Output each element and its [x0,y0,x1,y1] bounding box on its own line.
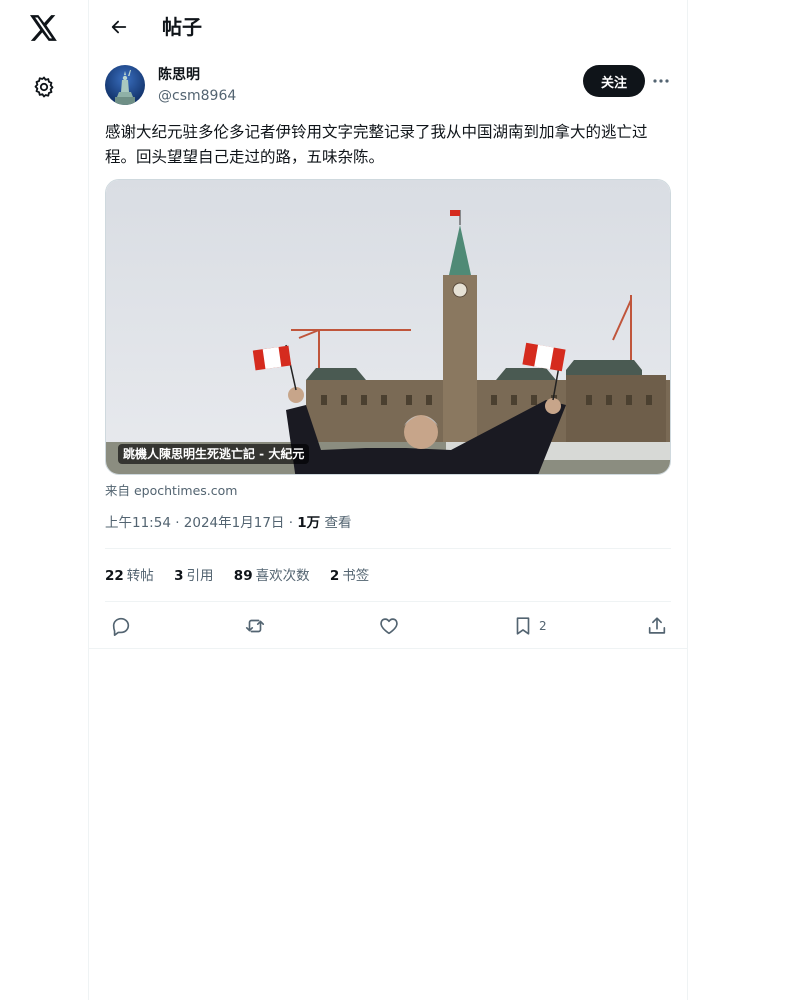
arrow-left-icon[interactable] [101,9,137,45]
share-icon[interactable] [646,614,668,638]
stat-reposts[interactable]: 22 转帖 [105,566,154,586]
divider [89,648,687,649]
tweet-meta: 上午11:54 · 2024年1月17日 · 1万 查看 [105,513,351,533]
follow-button[interactable]: 关注 [583,65,645,97]
author-name[interactable]: 陈思明 [158,66,200,84]
link-card-image[interactable]: 跳機人陳思明生死逃亡記 - 大紀元 [105,179,671,475]
card-source-link[interactable]: 来自 epochtimes.com [105,480,237,499]
bookmark-icon[interactable]: 2 [512,614,547,638]
x-logo-icon[interactable] [24,8,64,48]
heart-icon[interactable] [378,614,400,638]
repost-icon[interactable] [244,614,266,638]
parliament-photo [106,180,670,474]
meta-separator: · [170,515,184,531]
stat-likes[interactable]: 89 喜欢次数 [234,566,310,586]
main-column: 帖子 陈思明 @csm8964 关注 感谢大纪元驻多伦多记者伊铃用文字完整记录了… [88,0,688,1000]
divider [105,548,671,549]
stat-bookmarks[interactable]: 2 书签 [330,566,369,586]
avatar[interactable] [105,65,145,105]
stat-quotes[interactable]: 3 引用 [174,566,213,586]
bookmark-count: 2 [539,619,547,633]
gear-icon[interactable] [24,67,64,107]
author-handle[interactable]: @csm8964 [158,87,236,105]
left-rail [0,0,88,1000]
more-horizontal-icon[interactable] [650,70,672,92]
engagement-stats: 22 转帖 3 引用 89 喜欢次数 2 书签 [105,566,385,586]
tweet-time[interactable]: 上午11:54 [105,515,171,531]
action-bar: 2 [89,610,687,642]
tweet-date[interactable]: 2024年1月17日 [184,515,285,531]
card-caption: 跳機人陳思明生死逃亡記 - 大紀元 [118,444,310,464]
page-title: 帖子 [162,15,202,39]
meta-separator: · [284,515,298,531]
tweet-text: 感谢大纪元驻多伦多记者伊铃用文字完整记录了我从中国湖南到加拿大的逃亡过程。回头望… [105,123,648,166]
header: 帖子 [89,0,687,54]
views-label: 查看 [320,515,352,531]
views-count: 1万 [297,515,321,531]
author-row: 陈思明 @csm8964 关注 [105,64,671,108]
reply-icon[interactable] [110,614,132,638]
divider [105,601,671,602]
